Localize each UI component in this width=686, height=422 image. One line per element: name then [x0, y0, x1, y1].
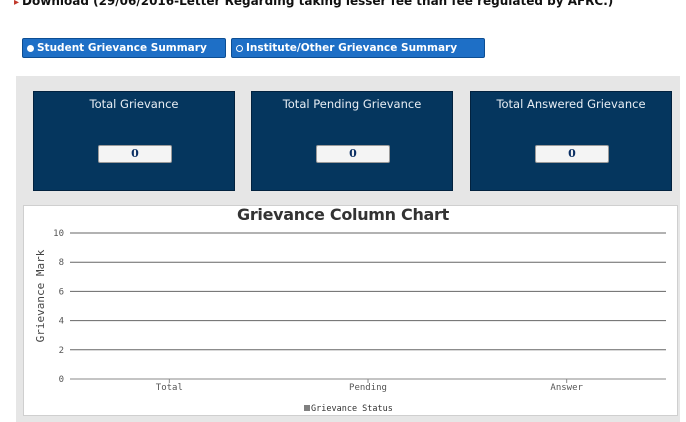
- x-tick-label: Answer: [550, 383, 583, 393]
- y-tick-label: 2: [59, 346, 64, 356]
- legend-swatch[interactable]: [304, 405, 310, 411]
- legend-label[interactable]: Grievance Status: [311, 404, 393, 414]
- x-tick-label: Total: [156, 383, 183, 393]
- grid-lines: [70, 232, 666, 380]
- y-axis-label: Grievance Mark: [34, 249, 47, 342]
- y-tick-label: 0: [59, 375, 64, 385]
- y-tick-label: 10: [53, 229, 64, 239]
- grievance-column-chart: 10 8 6 4 2 0 Total Pending Answer Grievance Mar…: [34, 229, 666, 414]
- y-tick-label: 4: [59, 317, 64, 327]
- x-tick-labels: Total Pending Answer: [156, 379, 584, 393]
- x-tick-label: Pending: [349, 383, 387, 393]
- y-tick-label: 6: [59, 287, 64, 297]
- y-tick-labels: 10 8 6 4 2 0: [53, 229, 64, 385]
- y-tick-label: 8: [59, 258, 64, 268]
